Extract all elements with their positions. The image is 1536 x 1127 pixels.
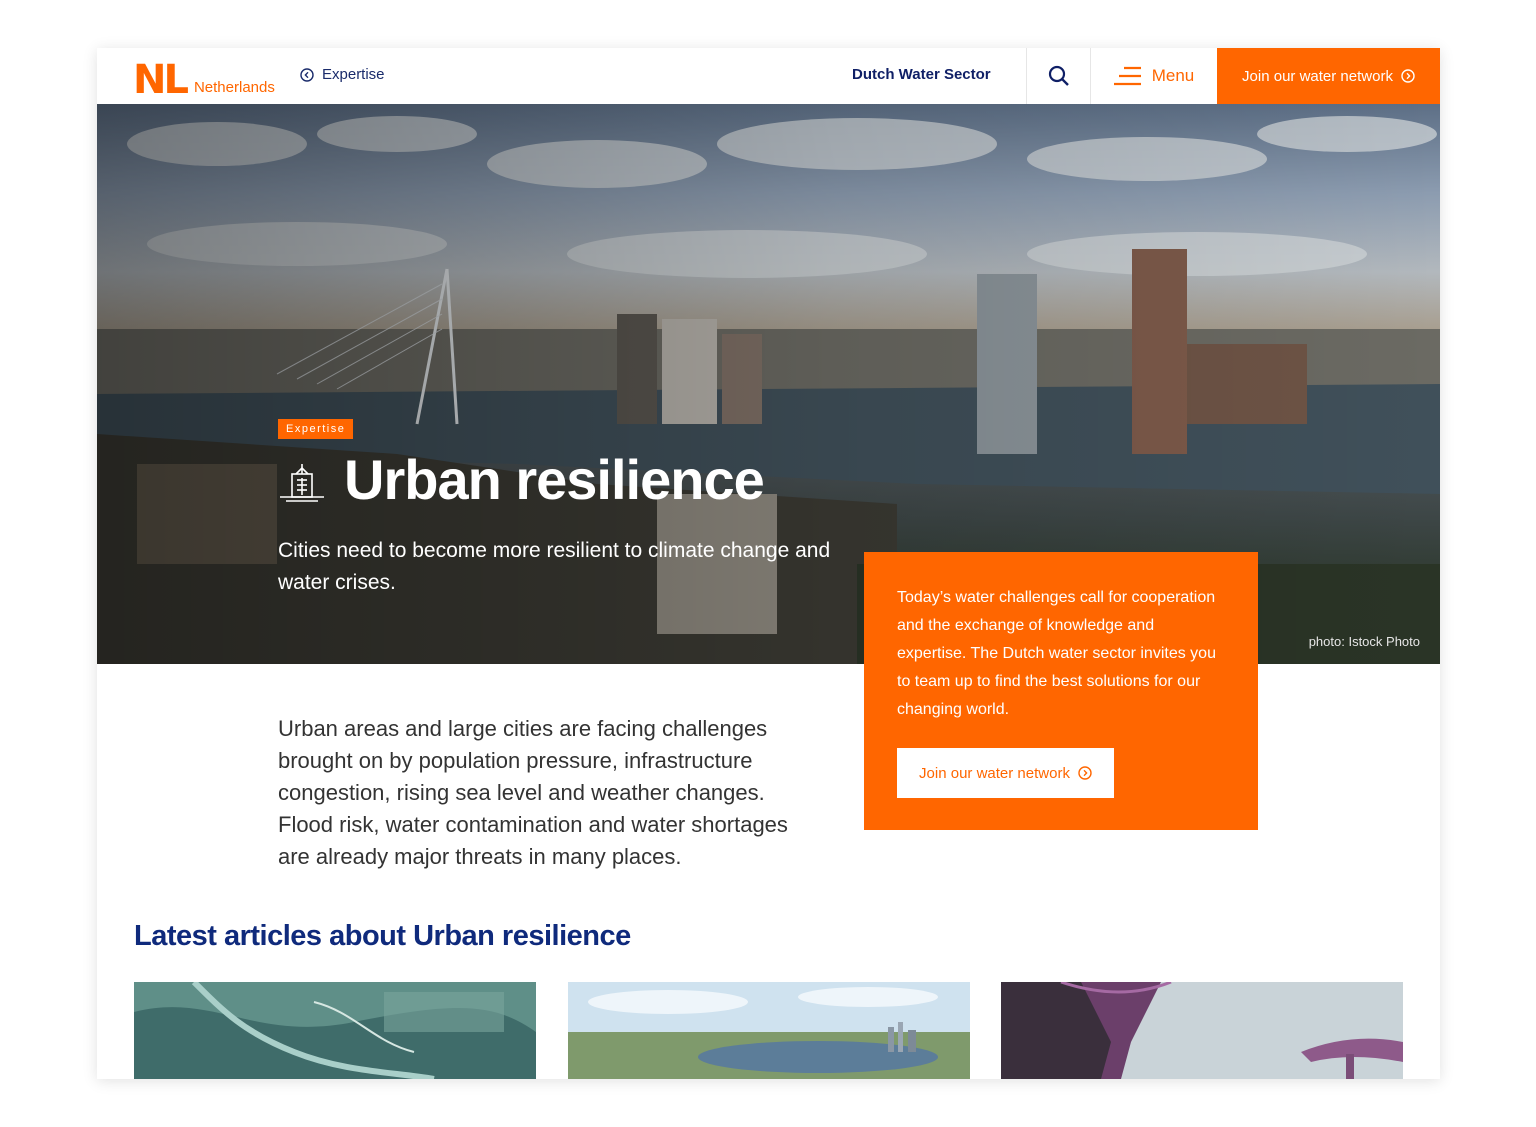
site-header: NL Netherlands Expertise Dutch Water Sec…: [97, 48, 1440, 104]
logo-text: Netherlands: [193, 79, 275, 96]
arrow-right-circle-icon: [1078, 766, 1092, 780]
article-image: [1001, 982, 1403, 1079]
join-network-button-header[interactable]: Join our water network: [1217, 48, 1440, 104]
article-card[interactable]: [134, 982, 536, 1079]
photo-credit: photo: Istock Photo: [1308, 634, 1420, 649]
menu-button[interactable]: Menu: [1091, 48, 1217, 104]
menu-label: Menu: [1151, 66, 1195, 85]
logo[interactable]: NL Netherlands: [133, 57, 275, 103]
join-network-button[interactable]: Join our water network: [897, 748, 1114, 798]
cta-text: Today’s water challenges call for cooper…: [897, 589, 1216, 718]
page-frame: NL Netherlands Expertise Dutch Water Sec…: [97, 48, 1440, 1079]
hero-subtitle: Cities need to become more resilient to …: [278, 539, 831, 594]
article-image: [134, 982, 536, 1079]
building-icon: [280, 463, 324, 502]
join-label: Join our water network: [1242, 67, 1393, 85]
hero-title-row: Urban resilience: [278, 447, 765, 512]
menu-icon: [1113, 66, 1141, 86]
search-button[interactable]: [1027, 48, 1091, 104]
article-image: [568, 982, 970, 1079]
arrow-right-circle-icon: [1401, 69, 1415, 83]
breadcrumb-expertise[interactable]: Expertise: [300, 66, 385, 83]
logo-mark: NL: [133, 57, 189, 103]
breadcrumb-label: Expertise: [322, 66, 385, 83]
articles-heading: Latest articles about Urban resilience: [134, 920, 631, 952]
nav-dutch-water-sector[interactable]: Dutch Water Sector: [852, 66, 991, 83]
search-icon: [1048, 65, 1069, 86]
page-title: Urban resilience: [344, 448, 765, 511]
intro-paragraph: Urban areas and large cities are facing …: [278, 716, 788, 869]
article-card[interactable]: [1001, 982, 1403, 1079]
article-card[interactable]: [568, 982, 970, 1079]
chevron-left-circle-icon: [300, 67, 314, 82]
join-label: Join our water network: [919, 764, 1070, 782]
cta-box: Today’s water challenges call for cooper…: [864, 552, 1258, 830]
category-tag[interactable]: Expertise: [278, 419, 354, 439]
